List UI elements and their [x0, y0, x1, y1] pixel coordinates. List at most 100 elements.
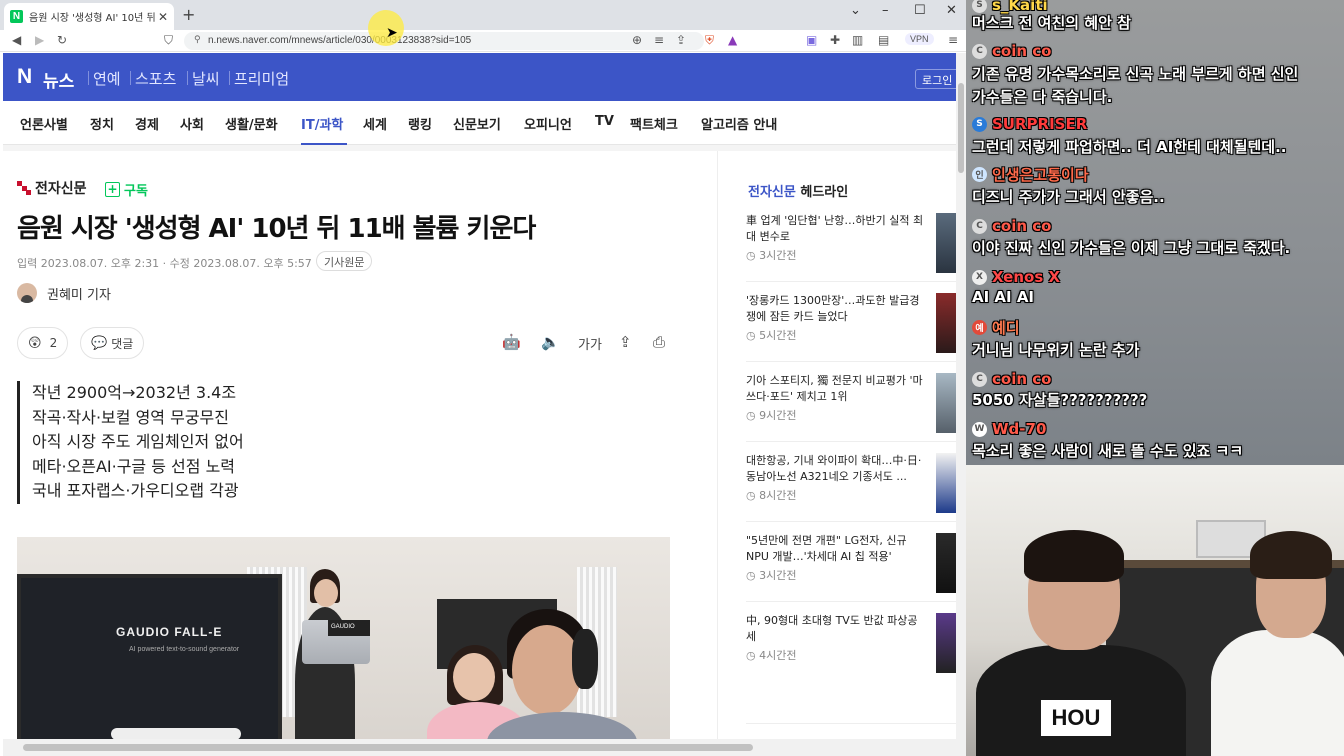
summary-line: 아직 시장 주도 게임체인저 없어	[32, 432, 244, 451]
menu-item-ranking[interactable]: 랭킹	[408, 114, 432, 133]
headline-text[interactable]: 車 업계 '임단협' 난항…하반기 실적 최대 변수로	[746, 213, 926, 245]
new-tab-icon[interactable]: +	[182, 5, 195, 24]
headline-thumbnail[interactable]	[936, 213, 956, 273]
comment-button[interactable]: 💬 댓글	[80, 327, 145, 359]
subscribe-button[interactable]: + 구독	[105, 180, 148, 199]
headline-item[interactable]: "5년만에 전면 개편" LG전자, 신규 NPU 개발…'차세대 AI 칩 적…	[746, 533, 956, 599]
summary-bot-icon[interactable]: 🤖	[502, 333, 521, 351]
headline-text[interactable]: "5년만에 전면 개편" LG전자, 신규 NPU 개발…'차세대 AI 칩 적…	[746, 533, 926, 565]
nav-link-weather[interactable]: 날씨	[192, 68, 220, 89]
wallet-icon[interactable]: ▤	[878, 33, 889, 47]
article-meta: 입력 2023.08.07. 오후 2:31 · 수정 2023.08.07. …	[17, 257, 312, 270]
sidebar-press-name[interactable]: 전자신문	[748, 185, 796, 200]
reaction-button[interactable]: 😲 2	[17, 327, 69, 359]
forward-icon[interactable]: ▶	[35, 33, 44, 47]
horizontal-scrollbar[interactable]	[3, 739, 956, 756]
menu-item-factcheck[interactable]: 팩트체크	[630, 114, 678, 133]
speaker-icon[interactable]: 🔈	[541, 333, 560, 351]
zoom-icon[interactable]: ⊕	[632, 33, 642, 47]
user-badge-icon: C	[972, 43, 987, 59]
headline-text[interactable]: 中, 90형대 초대형 TV도 반값 파상공세	[746, 613, 926, 645]
address-bar[interactable]: ⚲ n.news.naver.com/mnews/article/030/000…	[184, 32, 704, 50]
chat-username: Wd-70	[992, 420, 1047, 438]
naver-news-title[interactable]: 뉴스	[43, 67, 74, 92]
user-badge-icon: W	[972, 421, 987, 437]
menu-icon[interactable]: ≡	[948, 33, 958, 47]
site-info-icon[interactable]: ⚲	[194, 35, 201, 45]
vpn-button[interactable]: VPN	[905, 33, 934, 45]
chat-username: Xenos X	[992, 268, 1061, 286]
plus-icon: +	[105, 182, 120, 197]
menu-item-opinion[interactable]: 오피니언	[524, 114, 572, 133]
back-icon[interactable]: ◀	[12, 33, 21, 47]
headline-text[interactable]: 기아 스포티지, 獨 전문지 비교평가 '마쓰다·포드' 제치고 1위	[746, 373, 926, 405]
browser-window: N 음원 시장 '생성형 AI' 10년 뒤 11배 ... ✕ + ⌄ – ☐…	[0, 0, 966, 756]
chat-username-row: W Wd-70	[972, 418, 1046, 440]
headline-thumbnail[interactable]	[936, 613, 956, 673]
reader-mode-icon[interactable]: ≡	[654, 33, 664, 47]
menu-item-press[interactable]: 언론사별	[20, 114, 68, 133]
chat-message: AI AI AI	[972, 288, 1035, 306]
naver-logo[interactable]: N	[17, 65, 32, 89]
menu-item-society[interactable]: 사회	[180, 114, 204, 133]
vertical-scrollbar[interactable]	[956, 53, 966, 756]
press-mark-icon	[17, 181, 31, 195]
menu-item-it-science[interactable]: IT/과학	[301, 114, 343, 133]
menu-item-algorithm[interactable]: 알고리즘 안내	[701, 114, 777, 133]
headline-item[interactable]: '장롱카드 1300만장'…과도한 발급경쟁에 잠든 카드 늘었다 ◷ 5시간전	[746, 293, 956, 359]
chat-username-row: S SURPRISER	[972, 113, 1087, 135]
menu-item-politics[interactable]: 정치	[90, 114, 114, 133]
chat-message: 기존 유명 가수목소리로 신곡 노래 부르게 하면 신인	[972, 65, 1299, 83]
brave-shield-icon[interactable]: ⛨	[705, 33, 714, 48]
share-article-icon[interactable]: ⇪	[619, 333, 632, 351]
menu-item-world[interactable]: 세계	[363, 114, 387, 133]
tab-search-chevron-icon[interactable]: ⌄	[850, 3, 861, 18]
extension-icon[interactable]: ▣	[806, 33, 817, 47]
headline-text[interactable]: '장롱카드 1300만장'…과도한 발급경쟁에 잠든 카드 늘었다	[746, 293, 926, 325]
headline-item[interactable]: 대한항공, 기내 와이파이 확대…中·日·동남아노선 A321네오 기종서도 .…	[746, 453, 956, 519]
browser-tab[interactable]: N 음원 시장 '생성형 AI' 10년 뒤 11배 ... ✕	[4, 3, 174, 30]
original-article-button[interactable]: 기사원문	[316, 251, 373, 271]
rewards-icon[interactable]: ▲	[728, 33, 737, 47]
print-icon[interactable]: ⎙	[653, 333, 665, 351]
share-icon[interactable]: ⇪	[676, 33, 686, 47]
close-window-icon[interactable]: ✕	[946, 3, 957, 18]
reload-icon[interactable]: ↻	[57, 33, 67, 47]
photo-monitor: GAUDIO FALL-E AI powered text-to-sound g…	[17, 574, 282, 756]
headline-text[interactable]: 대한항공, 기내 와이파이 확대…中·日·동남아노선 A321네오 기종서도 .…	[746, 453, 926, 485]
chat-username-row: 인 인생은고통이다	[972, 163, 1089, 185]
vertical-scroll-thumb[interactable]	[958, 83, 964, 173]
headline-item[interactable]: 기아 스포티지, 獨 전문지 비교평가 '마쓰다·포드' 제치고 1위 ◷ 9시…	[746, 373, 956, 439]
headline-thumbnail[interactable]	[936, 453, 956, 513]
menu-item-life-culture[interactable]: 생활/문화	[225, 114, 278, 133]
nav-link-sports[interactable]: 스포츠	[135, 68, 176, 89]
nav-link-premium[interactable]: 프리미엄	[234, 68, 289, 89]
horizontal-scroll-thumb[interactable]	[23, 744, 753, 751]
chat-username: coin co	[992, 42, 1052, 60]
nav-link-entertainment[interactable]: 연예	[93, 68, 121, 89]
url-text[interactable]: n.news.naver.com/mnews/article/030/00031…	[208, 35, 471, 46]
headline-thumbnail[interactable]	[936, 373, 956, 433]
maximize-icon[interactable]: ☐	[914, 3, 926, 18]
extensions-puzzle-icon[interactable]: ✚	[830, 33, 840, 47]
reporter[interactable]: 권혜미 기자	[17, 283, 111, 303]
menu-item-economy[interactable]: 경제	[135, 114, 159, 133]
login-button[interactable]: 로그인	[915, 69, 959, 89]
headline-thumbnail[interactable]	[936, 533, 956, 593]
bookmark-icon[interactable]: ⛉	[164, 33, 173, 48]
article-photo[interactable]: GAUDIO FALL-E AI powered text-to-sound g…	[17, 537, 670, 756]
reaction-emoji-icon: 😲	[28, 335, 42, 351]
menu-item-newspaper[interactable]: 신문보기	[453, 114, 501, 133]
menu-item-tv[interactable]: TV	[595, 114, 614, 129]
press-logo[interactable]: 전자신문	[17, 178, 87, 198]
minimize-icon[interactable]: –	[882, 3, 889, 18]
headline-sidebar: 전자신문 헤드라인 車 업계 '임단협' 난항…하반기 실적 최대 변수로 ◷ …	[717, 151, 957, 756]
streamer-right	[1211, 630, 1344, 756]
font-size-button[interactable]: 가가	[578, 334, 602, 353]
article-summary: 작년 2900억→2032년 3.4조 작곡·작사·보컬 영역 무궁무진 아직 …	[17, 381, 317, 504]
headline-item[interactable]: 車 업계 '임단협' 난항…하반기 실적 최대 변수로 ◷ 3시간전	[746, 213, 956, 279]
close-tab-icon[interactable]: ✕	[158, 10, 168, 24]
headline-item[interactable]: 中, 90형대 초대형 TV도 반값 파상공세 ◷ 4시간전	[746, 613, 956, 679]
headline-thumbnail[interactable]	[936, 293, 956, 353]
sidebar-icon[interactable]: ▥	[852, 33, 863, 47]
